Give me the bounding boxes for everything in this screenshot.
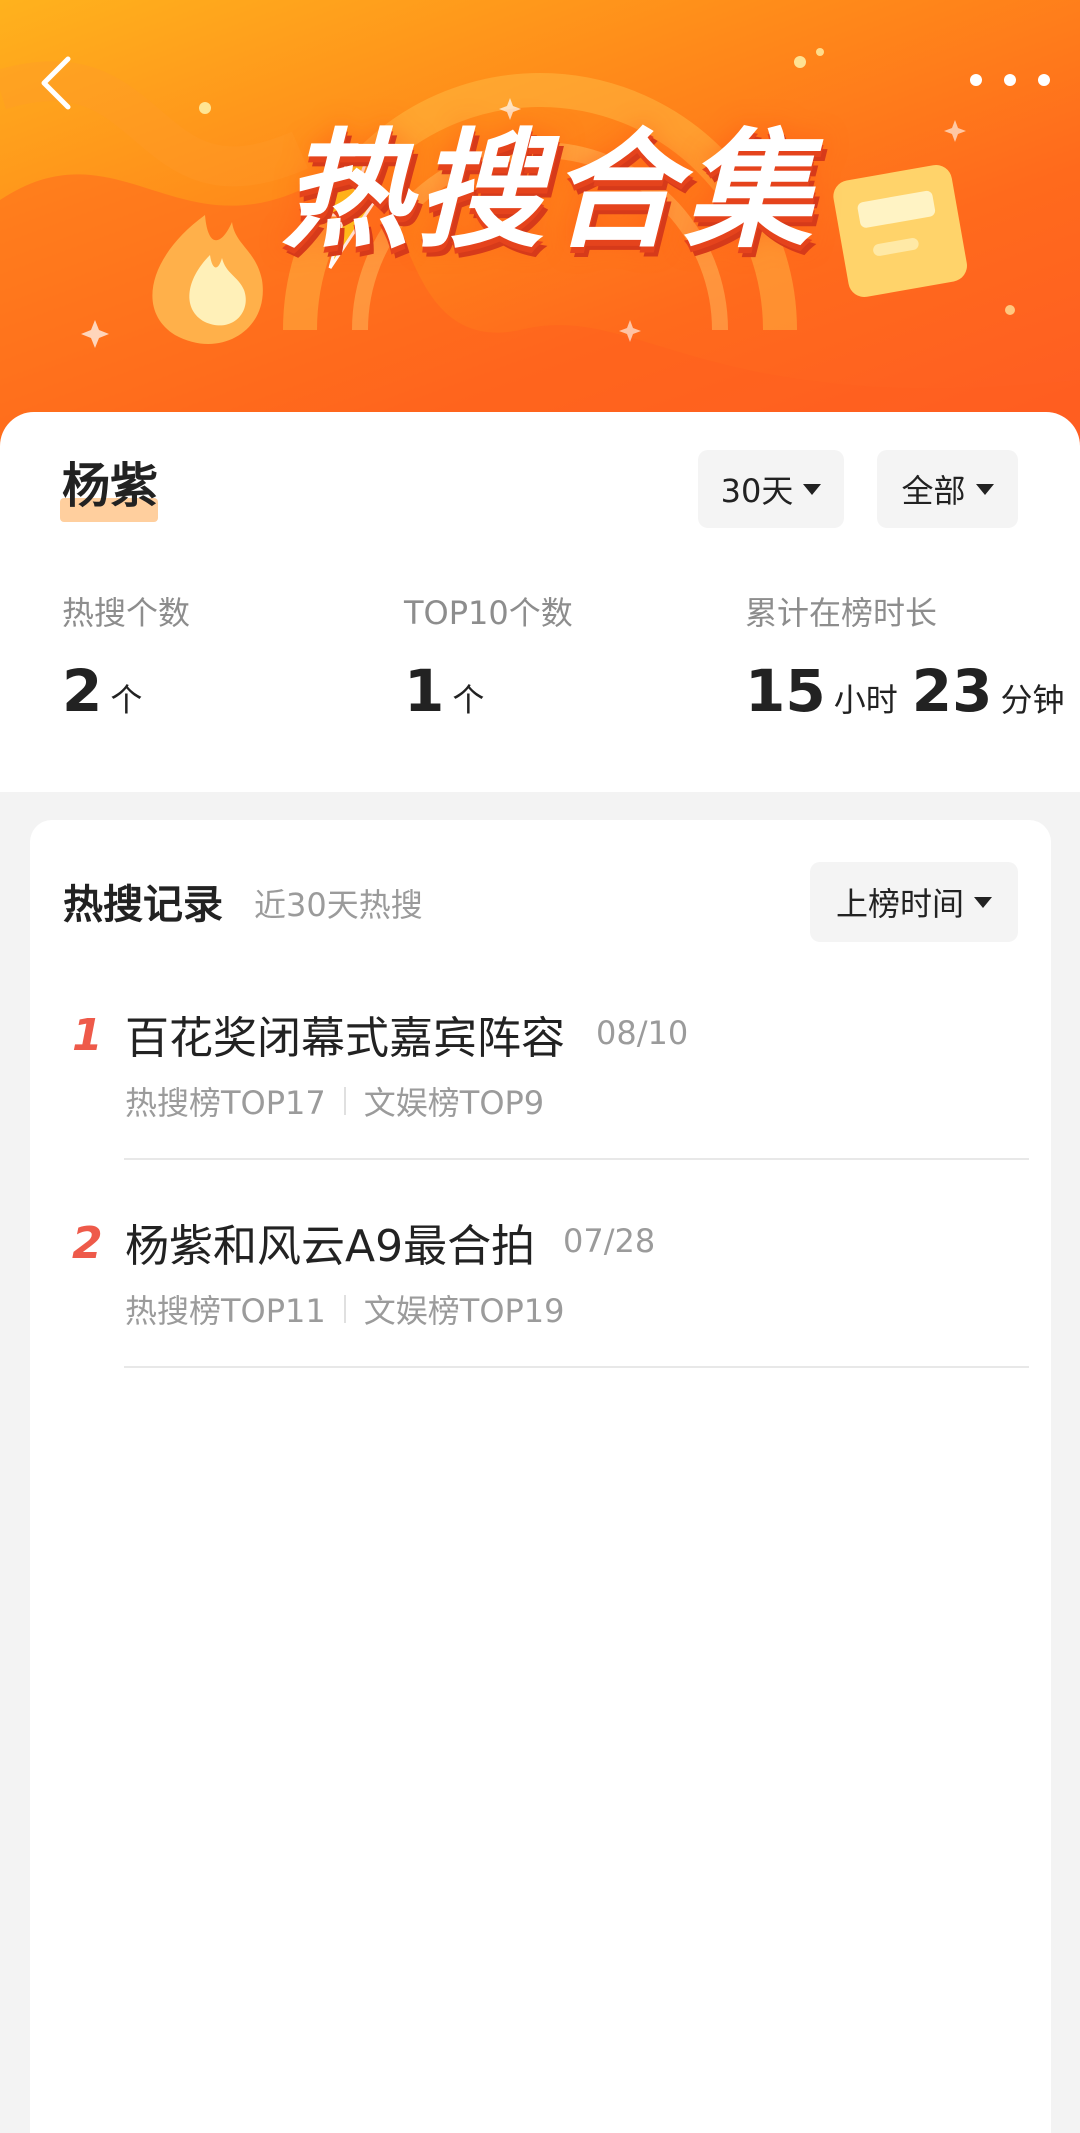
record-rank: 2: [72, 1218, 103, 1269]
person-name: 杨紫: [62, 458, 159, 514]
record-date: 07/28: [563, 1222, 656, 1260]
stat-label-top10-count: TOP10个数: [404, 594, 573, 632]
caret-down-icon: [974, 896, 992, 908]
record-date: 08/10: [596, 1014, 689, 1052]
stat-unit: 个: [452, 681, 485, 719]
stat-number: 1: [404, 657, 445, 725]
chevron-left-icon: [41, 56, 71, 110]
stat-value-duration: 15 小时 23 分钟: [745, 662, 1064, 721]
record-meta: 热搜榜TOP11 文娱榜TOP19: [125, 1286, 565, 1332]
caret-down-icon: [803, 483, 822, 495]
records-subtitle: 近30天热搜: [254, 886, 423, 924]
scope-filter-label: 全部: [901, 472, 966, 510]
stat-value-hot-count: 2 个: [62, 662, 156, 721]
record-title: 百花奖闭幕式嘉宾阵容: [125, 1013, 565, 1064]
caret-down-icon: [975, 483, 994, 495]
more-button[interactable]: [970, 60, 1050, 100]
stat-label-hot-count: 热搜个数: [62, 594, 191, 632]
ent-rank-tag: 文娱榜TOP9: [363, 1084, 545, 1122]
records-card: 热搜记录 近30天热搜 上榜时间 1 百花奖闭幕式嘉宾阵容 08/10 热搜榜T…: [30, 820, 1051, 2133]
more-dot: [1038, 74, 1050, 86]
records-title: 热搜记录: [63, 882, 223, 928]
stat-label-duration: 累计在榜时长: [745, 594, 938, 632]
stat-value-top10-count: 1 个: [404, 662, 498, 721]
folder-icon: [833, 164, 967, 297]
record-item[interactable]: 2 杨紫和风云A9最合拍 07/28 热搜榜TOP11 文娱榜TOP19: [30, 1210, 1051, 1410]
sort-button[interactable]: 上榜时间: [810, 862, 1018, 942]
summary-card: 杨紫 30天 全部 热搜个数 2 个 TOP10个数 1 个 累计在榜时长 15…: [0, 412, 1080, 792]
more-dots-icon: [970, 74, 982, 86]
record-item[interactable]: 1 百花奖闭幕式嘉宾阵容 08/10 热搜榜TOP17 文娱榜TOP9: [30, 1002, 1051, 1202]
ent-rank-tag: 文娱榜TOP19: [363, 1292, 565, 1330]
record-meta: 热搜榜TOP17 文娱榜TOP9: [125, 1078, 544, 1124]
stat-hours-unit: 小时: [833, 681, 898, 719]
stat-unit: 个: [110, 681, 143, 719]
stat-number: 2: [62, 657, 103, 725]
stat-minutes-unit: 分钟: [1000, 681, 1065, 719]
days-filter-button[interactable]: 30天: [698, 450, 844, 528]
meta-separator: [343, 1295, 346, 1323]
record-rank: 1: [72, 1010, 103, 1061]
days-filter-label: 30天: [720, 472, 794, 510]
divider: [124, 1158, 1029, 1160]
record-title: 杨紫和风云A9最合拍: [125, 1221, 536, 1272]
meta-separator: [343, 1087, 346, 1115]
stat-hours: 15: [745, 657, 826, 725]
back-button[interactable]: [30, 48, 80, 118]
hot-rank-tag: 热搜榜TOP17: [125, 1084, 326, 1122]
header-banner: 热搜合集: [0, 0, 1080, 470]
more-dot: [1004, 74, 1016, 86]
divider: [124, 1366, 1029, 1368]
banner-title: 热搜合集: [281, 117, 818, 266]
scope-filter-button[interactable]: 全部: [877, 450, 1018, 528]
stat-minutes: 23: [911, 657, 993, 725]
hot-rank-tag: 热搜榜TOP11: [125, 1292, 326, 1330]
sort-label: 上榜时间: [835, 885, 964, 923]
